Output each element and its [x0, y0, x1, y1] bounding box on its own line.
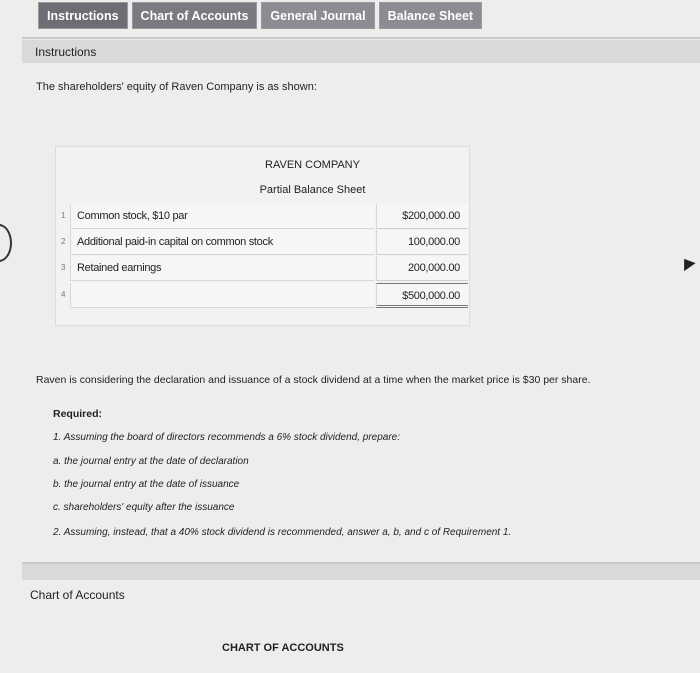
scenario-text: Raven is considering the declaration and…: [36, 374, 591, 386]
tab-chart-of-accounts[interactable]: Chart of Accounts: [131, 2, 258, 29]
chart-of-accounts-label: Chart of Accounts: [30, 588, 125, 602]
row-amount: 100,000.00: [376, 230, 468, 255]
tab-general-journal[interactable]: General Journal: [261, 2, 375, 29]
requirement-1a: a. the journal entry at the date of decl…: [53, 456, 249, 467]
partial-circle-icon: [0, 224, 12, 262]
row-label: Additional paid-in capital on common sto…: [70, 230, 374, 255]
tab-bar: Instructions Chart of Accounts General J…: [38, 2, 483, 30]
partial-balance-sheet: RAVEN COMPANY Partial Balance Sheet 1 Co…: [55, 146, 470, 326]
tab-instructions[interactable]: Instructions: [38, 2, 128, 29]
table-row: 2 Additional paid-in capital on common s…: [56, 230, 469, 256]
row-label: [70, 283, 374, 308]
requirement-1c: c. shareholders' equity after the issuan…: [53, 502, 235, 513]
row-number: 2: [61, 237, 66, 246]
table-row: 4 $500,000.00: [56, 283, 469, 309]
tab-balance-sheet[interactable]: Balance Sheet: [378, 2, 483, 29]
instructions-header: Instructions: [22, 39, 700, 63]
row-label: Retained earnings: [70, 256, 374, 281]
company-name: RAVEN COMPANY: [265, 159, 360, 171]
requirement-2: 2. Assuming, instead, that a 40% stock d…: [53, 527, 512, 538]
requirement-1b: b. the journal entry at the date of issu…: [53, 479, 240, 490]
required-heading: Required:: [53, 408, 103, 420]
table-row: 1 Common stock, $10 par $200,000.00: [56, 204, 469, 230]
row-label: Common stock, $10 par: [70, 204, 374, 229]
instructions-header-label: Instructions: [35, 45, 97, 59]
intro-text: The shareholders' equity of Raven Compan…: [36, 81, 317, 93]
row-amount: 200,000.00: [376, 256, 468, 281]
section-bar: [22, 564, 700, 580]
chart-of-accounts-title: CHART OF ACCOUNTS: [222, 642, 344, 654]
mouse-cursor-icon: [678, 254, 696, 272]
row-number: 3: [61, 263, 66, 272]
requirement-1: 1. Assuming the board of directors recom…: [53, 432, 401, 443]
sheet-title: Partial Balance Sheet: [259, 184, 366, 196]
row-amount: $200,000.00: [376, 204, 468, 229]
row-number: 1: [61, 211, 66, 220]
row-amount-total: $500,000.00: [376, 283, 468, 308]
row-number: 4: [61, 290, 66, 299]
table-row: 3 Retained earnings 200,000.00: [56, 256, 469, 282]
